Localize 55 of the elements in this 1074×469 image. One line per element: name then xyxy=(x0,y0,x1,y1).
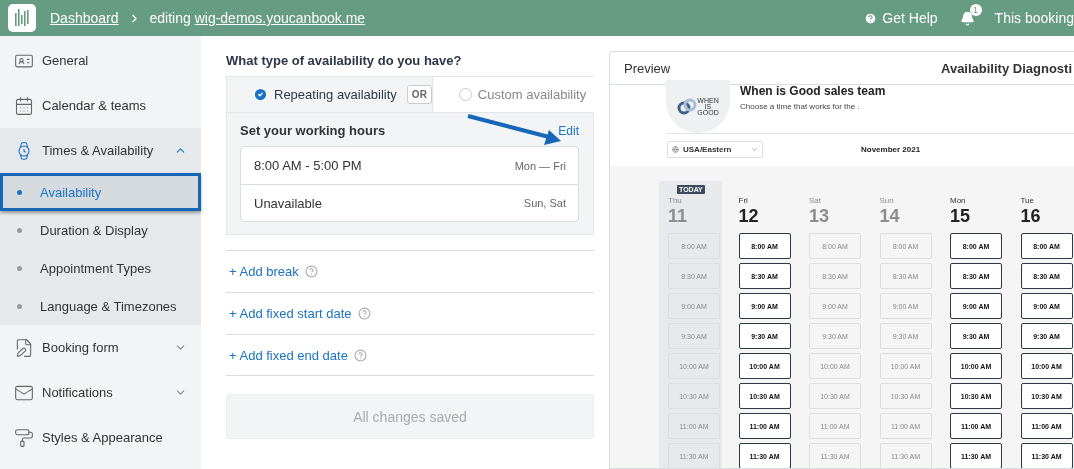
availability-question: What type of availability do you have? xyxy=(226,53,463,68)
sidebar-item[interactable]: Styles & Appearance xyxy=(0,415,201,460)
timezone-select[interactable]: USA/Eastern xyxy=(667,141,763,158)
chain-icon xyxy=(677,96,698,117)
sidebar-subitem[interactable]: Appointment Types xyxy=(0,249,201,287)
notification-badge: 1 xyxy=(969,3,982,16)
app-logo[interactable] xyxy=(8,4,36,32)
weekday-label: Fri xyxy=(738,196,749,205)
help-icon xyxy=(864,11,878,25)
sidebar-item[interactable]: Times & Availability xyxy=(0,128,201,173)
help-icon[interactable] xyxy=(357,307,371,320)
sidebar-item[interactable]: Calendar & teams xyxy=(0,83,201,128)
hours-text: Unavailable xyxy=(254,195,322,211)
hours-text: 8:00 AM - 5:00 PM xyxy=(254,158,362,173)
editing-label: editing xyxy=(149,10,191,26)
working-hours-title: Set your working hours xyxy=(240,123,386,138)
section-icon xyxy=(14,95,34,116)
sidebar-subitem[interactable]: Availability xyxy=(0,173,201,211)
section-icon xyxy=(14,337,34,358)
help-icon[interactable] xyxy=(304,265,318,278)
caret-icon xyxy=(751,146,758,153)
month-label: November 2021 xyxy=(861,145,921,154)
edit-link[interactable]: Edit xyxy=(558,123,579,138)
date-number: 11 xyxy=(668,206,689,227)
weekday-label: Sat xyxy=(809,196,822,205)
weekday-label: Mon xyxy=(950,196,967,205)
preview-title: Preview xyxy=(624,60,671,76)
weekday-label: Sun xyxy=(879,196,895,205)
date-number: 16 xyxy=(1020,206,1042,227)
days-text: Sun, Sat xyxy=(523,197,566,209)
diagnostics-tab[interactable]: Availability Diagnosti xyxy=(941,60,1072,76)
add-link[interactable]: + Add fixed start date xyxy=(229,306,352,321)
sidebar-subitem[interactable]: Duration & Display xyxy=(0,211,201,249)
weekday-label: Thu xyxy=(668,196,683,205)
sidebar-item[interactable]: General xyxy=(0,38,201,83)
date-number: 13 xyxy=(809,206,831,227)
days-text: Mon — Fri xyxy=(514,159,566,172)
add-link[interactable]: + Add break xyxy=(229,264,299,279)
sidebar-subitem[interactable]: Language & Timezones xyxy=(0,287,201,325)
add-link[interactable]: + Add fixed end date xyxy=(229,347,348,363)
weekday-label: Tue xyxy=(1020,196,1035,205)
check-circle-icon xyxy=(253,87,268,102)
sidebar-item[interactable]: Booking form xyxy=(0,325,201,370)
bars-logo-icon xyxy=(14,9,30,27)
bell-icon[interactable] xyxy=(959,10,975,26)
team-subtitle: Choose a time that works for the . xyxy=(740,102,861,111)
date-number: 12 xyxy=(738,206,760,227)
date-number: 15 xyxy=(950,206,972,227)
section-icon xyxy=(14,427,34,448)
sidebar-item[interactable]: Notifications xyxy=(0,370,201,415)
help-icon[interactable] xyxy=(353,348,367,362)
date-number: 14 xyxy=(879,206,901,227)
globe-icon xyxy=(672,146,679,153)
or-label: OR xyxy=(406,85,432,104)
team-name: When is Good sales team xyxy=(740,84,886,98)
